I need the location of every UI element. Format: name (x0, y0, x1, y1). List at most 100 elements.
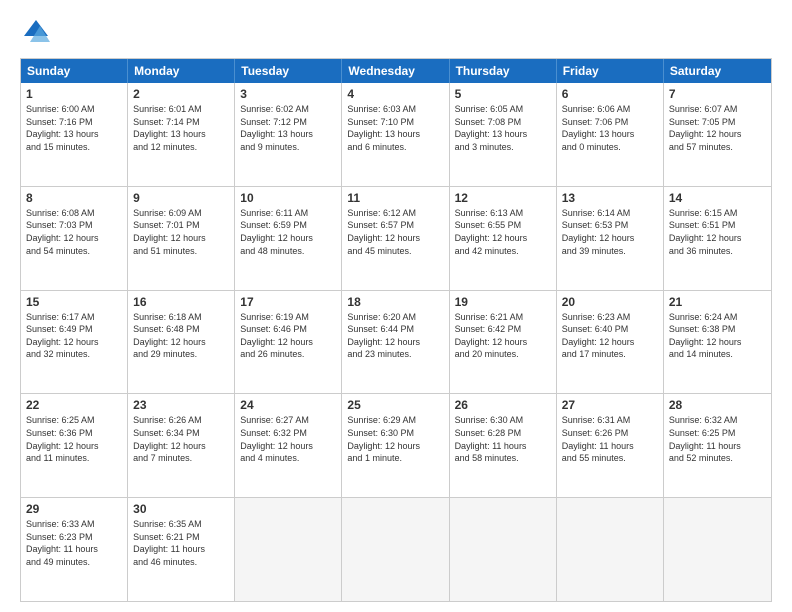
calendar-cell: 29Sunrise: 6:33 AMSunset: 6:23 PMDayligh… (21, 498, 128, 601)
day-number: 4 (347, 87, 443, 101)
cell-info: Sunrise: 6:35 AMSunset: 6:21 PMDaylight:… (133, 518, 229, 568)
logo-icon (20, 16, 52, 48)
day-number: 6 (562, 87, 658, 101)
logo (20, 16, 56, 48)
calendar-cell: 10 Sunrise: 6:11 AMSunset: 6:59 PMDayligh… (235, 187, 342, 290)
cell-info: Sunrise: 6:03 AMSunset: 7:10 PMDaylight:… (347, 103, 443, 153)
calendar-cell: 7Sunrise: 6:07 AMSunset: 7:05 PMDaylight… (664, 83, 771, 186)
calendar-cell (557, 498, 664, 601)
cell-info: Sunrise: 6:21 AMSunset: 6:42 PMDaylight:… (455, 311, 551, 361)
header-cell-wednesday: Wednesday (342, 59, 449, 83)
cell-info: Sunrise: 6:25 AMSunset: 6:36 PMDaylight:… (26, 414, 122, 464)
calendar-header: SundayMondayTuesdayWednesdayThursdayFrid… (21, 59, 771, 83)
calendar-cell: 26 Sunrise: 6:30 AMSunset: 6:28 PMDayligh… (450, 394, 557, 497)
cell-info: Sunrise: 6:19 AMSunset: 6:46 PMDaylight:… (240, 311, 336, 361)
cell-info: Sunrise: 6:32 AMSunset: 6:25 PMDaylight:… (669, 414, 766, 464)
calendar-cell: 20 Sunrise: 6:23 AMSunset: 6:40 PMDayligh… (557, 291, 664, 394)
calendar-cell: 5 Sunrise: 6:05 AMSunset: 7:08 PMDaylight… (450, 83, 557, 186)
cell-info: Sunrise: 6:14 AMSunset: 6:53 PMDaylight:… (562, 207, 658, 257)
day-number: 20 (562, 295, 658, 309)
cell-info: Sunrise: 6:29 AMSunset: 6:30 PMDaylight:… (347, 414, 443, 464)
day-number: 17 (240, 295, 336, 309)
day-number: 11 (347, 191, 443, 205)
cell-info: Sunrise: 6:18 AMSunset: 6:48 PMDaylight:… (133, 311, 229, 361)
calendar-cell: 6 Sunrise: 6:06 AMSunset: 7:06 PMDaylight… (557, 83, 664, 186)
calendar-cell: 27Sunrise: 6:31 AMSunset: 6:26 PMDayligh… (557, 394, 664, 497)
cell-info: Sunrise: 6:05 AMSunset: 7:08 PMDaylight:… (455, 103, 551, 153)
header (20, 16, 772, 48)
cell-info: Sunrise: 6:24 AMSunset: 6:38 PMDaylight:… (669, 311, 766, 361)
cell-info: Sunrise: 6:27 AMSunset: 6:32 PMDaylight:… (240, 414, 336, 464)
day-number: 18 (347, 295, 443, 309)
calendar-cell: 2 Sunrise: 6:01 AMSunset: 7:14 PMDaylight… (128, 83, 235, 186)
day-number: 12 (455, 191, 551, 205)
calendar-cell (450, 498, 557, 601)
calendar-cell: 13 Sunrise: 6:14 AMSunset: 6:53 PMDayligh… (557, 187, 664, 290)
day-number: 30 (133, 502, 229, 516)
calendar-cell: 23 Sunrise: 6:26 AMSunset: 6:34 PMDayligh… (128, 394, 235, 497)
cell-info: Sunrise: 6:15 AMSunset: 6:51 PMDaylight:… (669, 207, 766, 257)
cell-info: Sunrise: 6:02 AMSunset: 7:12 PMDaylight:… (240, 103, 336, 153)
calendar-cell (342, 498, 449, 601)
day-number: 21 (669, 295, 766, 309)
calendar-cell: 28Sunrise: 6:32 AMSunset: 6:25 PMDayligh… (664, 394, 771, 497)
calendar-cell: 11 Sunrise: 6:12 AMSunset: 6:57 PMDayligh… (342, 187, 449, 290)
day-number: 5 (455, 87, 551, 101)
cell-info: Sunrise: 6:01 AMSunset: 7:14 PMDaylight:… (133, 103, 229, 153)
cell-info: Sunrise: 6:09 AMSunset: 7:01 PMDaylight:… (133, 207, 229, 257)
calendar-cell: 12 Sunrise: 6:13 AMSunset: 6:55 PMDayligh… (450, 187, 557, 290)
calendar-cell: 21 Sunrise: 6:24 AMSunset: 6:38 PMDayligh… (664, 291, 771, 394)
cell-info: Sunrise: 6:31 AMSunset: 6:26 PMDaylight:… (562, 414, 658, 464)
day-number: 8 (26, 191, 122, 205)
calendar: SundayMondayTuesdayWednesdayThursdayFrid… (20, 58, 772, 602)
calendar-cell: 4 Sunrise: 6:03 AMSunset: 7:10 PMDaylight… (342, 83, 449, 186)
header-cell-sunday: Sunday (21, 59, 128, 83)
calendar-cell: 3 Sunrise: 6:02 AMSunset: 7:12 PMDaylight… (235, 83, 342, 186)
cell-info: Sunrise: 6:30 AMSunset: 6:28 PMDaylight:… (455, 414, 551, 464)
calendar-cell: 22 Sunrise: 6:25 AMSunset: 6:36 PMDayligh… (21, 394, 128, 497)
day-number: 2 (133, 87, 229, 101)
day-number: 13 (562, 191, 658, 205)
day-number: 22 (26, 398, 122, 412)
calendar-cell (235, 498, 342, 601)
calendar-cell: 1 Sunrise: 6:00 AMSunset: 7:16 PMDaylight… (21, 83, 128, 186)
cell-info: Sunrise: 6:12 AMSunset: 6:57 PMDaylight:… (347, 207, 443, 257)
calendar-row: 15 Sunrise: 6:17 AMSunset: 6:49 PMDayligh… (21, 290, 771, 394)
cell-info: Sunrise: 6:13 AMSunset: 6:55 PMDaylight:… (455, 207, 551, 257)
cell-info: Sunrise: 6:11 AMSunset: 6:59 PMDaylight:… (240, 207, 336, 257)
page: SundayMondayTuesdayWednesdayThursdayFrid… (0, 0, 792, 612)
calendar-cell: 25Sunrise: 6:29 AMSunset: 6:30 PMDayligh… (342, 394, 449, 497)
calendar-row: 1 Sunrise: 6:00 AMSunset: 7:16 PMDaylight… (21, 83, 771, 186)
cell-info: Sunrise: 6:26 AMSunset: 6:34 PMDaylight:… (133, 414, 229, 464)
cell-info: Sunrise: 6:00 AMSunset: 7:16 PMDaylight:… (26, 103, 122, 153)
cell-info: Sunrise: 6:17 AMSunset: 6:49 PMDaylight:… (26, 311, 122, 361)
calendar-cell: 14 Sunrise: 6:15 AMSunset: 6:51 PMDayligh… (664, 187, 771, 290)
calendar-cell: 19Sunrise: 6:21 AMSunset: 6:42 PMDayligh… (450, 291, 557, 394)
day-number: 23 (133, 398, 229, 412)
cell-info: Sunrise: 6:20 AMSunset: 6:44 PMDaylight:… (347, 311, 443, 361)
calendar-cell: 17 Sunrise: 6:19 AMSunset: 6:46 PMDayligh… (235, 291, 342, 394)
header-cell-thursday: Thursday (450, 59, 557, 83)
day-number: 16 (133, 295, 229, 309)
day-number: 10 (240, 191, 336, 205)
day-number: 14 (669, 191, 766, 205)
calendar-cell (664, 498, 771, 601)
calendar-row: 8 Sunrise: 6:08 AMSunset: 7:03 PMDaylight… (21, 186, 771, 290)
day-number: 7 (669, 87, 766, 101)
day-number: 1 (26, 87, 122, 101)
cell-info: Sunrise: 6:33 AMSunset: 6:23 PMDaylight:… (26, 518, 122, 568)
calendar-cell: 9Sunrise: 6:09 AMSunset: 7:01 PMDaylight… (128, 187, 235, 290)
header-cell-tuesday: Tuesday (235, 59, 342, 83)
day-number: 26 (455, 398, 551, 412)
day-number: 15 (26, 295, 122, 309)
cell-info: Sunrise: 6:06 AMSunset: 7:06 PMDaylight:… (562, 103, 658, 153)
calendar-cell: 24Sunrise: 6:27 AMSunset: 6:32 PMDayligh… (235, 394, 342, 497)
cell-info: Sunrise: 6:08 AMSunset: 7:03 PMDaylight:… (26, 207, 122, 257)
calendar-row: 29Sunrise: 6:33 AMSunset: 6:23 PMDayligh… (21, 497, 771, 601)
cell-info: Sunrise: 6:23 AMSunset: 6:40 PMDaylight:… (562, 311, 658, 361)
calendar-body: 1 Sunrise: 6:00 AMSunset: 7:16 PMDaylight… (21, 83, 771, 601)
calendar-cell: 8 Sunrise: 6:08 AMSunset: 7:03 PMDaylight… (21, 187, 128, 290)
calendar-cell: 15 Sunrise: 6:17 AMSunset: 6:49 PMDayligh… (21, 291, 128, 394)
day-number: 3 (240, 87, 336, 101)
calendar-cell: 16 Sunrise: 6:18 AMSunset: 6:48 PMDayligh… (128, 291, 235, 394)
